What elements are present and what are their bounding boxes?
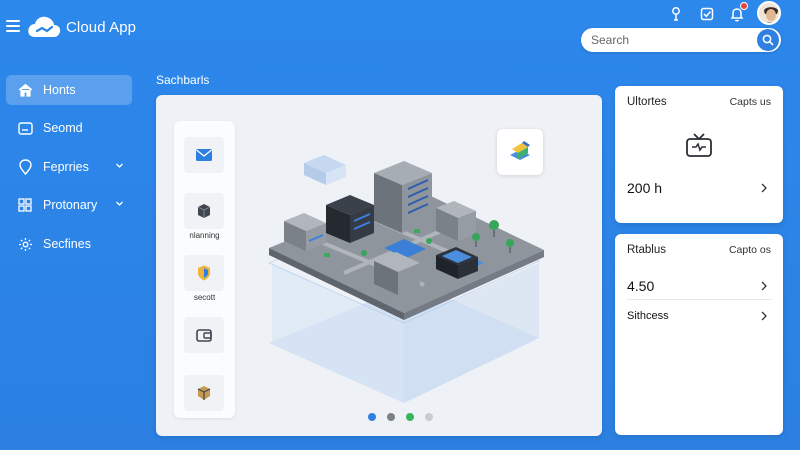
section-title: Sachbarls [156, 73, 210, 87]
card-link[interactable]: Capts us [730, 96, 771, 108]
city-illustration [267, 155, 544, 403]
card-row[interactable]: 200 h [627, 174, 772, 202]
tool-palette: nlanning secott [174, 121, 235, 418]
chevron-down-icon [116, 201, 123, 206]
card-icon [17, 120, 33, 136]
sidebar-item-label: Secfines [43, 237, 91, 251]
stats-card-rtablus: Rtablus Capto os 4.50 Sithcess [615, 234, 783, 435]
tool-box[interactable] [184, 193, 224, 229]
sidebar-item-label: Honts [43, 83, 76, 97]
wallet-icon [196, 329, 212, 342]
app-name: Cloud App [66, 19, 137, 36]
search-icon [762, 34, 774, 46]
carousel-dots [368, 413, 433, 421]
sidebar-item-protonary[interactable]: Protonary [6, 190, 132, 220]
notification-badge [740, 2, 748, 10]
tool-shield[interactable] [184, 255, 224, 291]
chevron-right-icon [761, 311, 767, 321]
chevron-right-icon [761, 183, 767, 193]
chevron-right-icon [761, 281, 767, 291]
mail-icon [196, 149, 212, 161]
tool-label: secott [193, 293, 216, 302]
metric-label: Sithcess [627, 310, 669, 322]
tool-wallet[interactable] [184, 317, 224, 353]
bulb-icon[interactable] [667, 5, 685, 23]
avatar[interactable] [757, 1, 781, 25]
card-row[interactable]: 4.50 [627, 272, 772, 300]
sidebar-item-label: Feprries [43, 160, 89, 174]
metric-value: 4.50 [627, 277, 655, 294]
main-panel: nlanning secott [156, 95, 602, 436]
tv-icon [686, 133, 712, 157]
card-title: Ultortes [627, 96, 667, 108]
sidebar-item-label: Seomd [43, 121, 83, 135]
stats-card-ultortes: Ultortes Capts us 200 h [615, 86, 783, 223]
sidebar-item-secfines[interactable]: Secfines [6, 229, 132, 259]
sidebar-item-feprries[interactable]: Feprries [6, 152, 132, 182]
cloud-logo-icon [26, 14, 62, 40]
bell-icon[interactable] [728, 2, 748, 23]
search-bar [581, 28, 781, 52]
box-icon [197, 204, 211, 218]
sidebar-item-home[interactable]: Honts [6, 75, 132, 105]
search-button[interactable] [757, 29, 779, 51]
home-icon [17, 82, 33, 98]
carousel-dot[interactable] [368, 413, 376, 421]
card-title: Rtablus [627, 244, 666, 256]
tool-label: nlanning [189, 231, 220, 240]
tool-package[interactable] [184, 375, 224, 411]
carousel-dot[interactable] [425, 413, 433, 421]
sidebar-item-seomd[interactable]: Seomd [6, 113, 132, 143]
checkbox-icon[interactable] [698, 5, 716, 23]
menu-icon[interactable] [6, 20, 20, 32]
search-input[interactable] [591, 32, 751, 48]
grid-icon [17, 197, 33, 213]
shield-icon [198, 265, 210, 281]
gear-icon [17, 236, 33, 252]
sidebar-item-label: Protonary [43, 198, 98, 212]
chevron-down-icon [116, 163, 123, 168]
carousel-dot[interactable] [406, 413, 414, 421]
carousel-dot[interactable] [387, 413, 395, 421]
card-link[interactable]: Capto os [729, 244, 771, 256]
card-row[interactable]: Sithcess [627, 302, 772, 330]
package-icon [197, 386, 211, 400]
metric-value: 200 h [627, 180, 663, 196]
location-icon [17, 159, 33, 175]
app-window: Cloud App Honts Seomd [0, 0, 800, 450]
tool-mail[interactable] [184, 137, 224, 173]
